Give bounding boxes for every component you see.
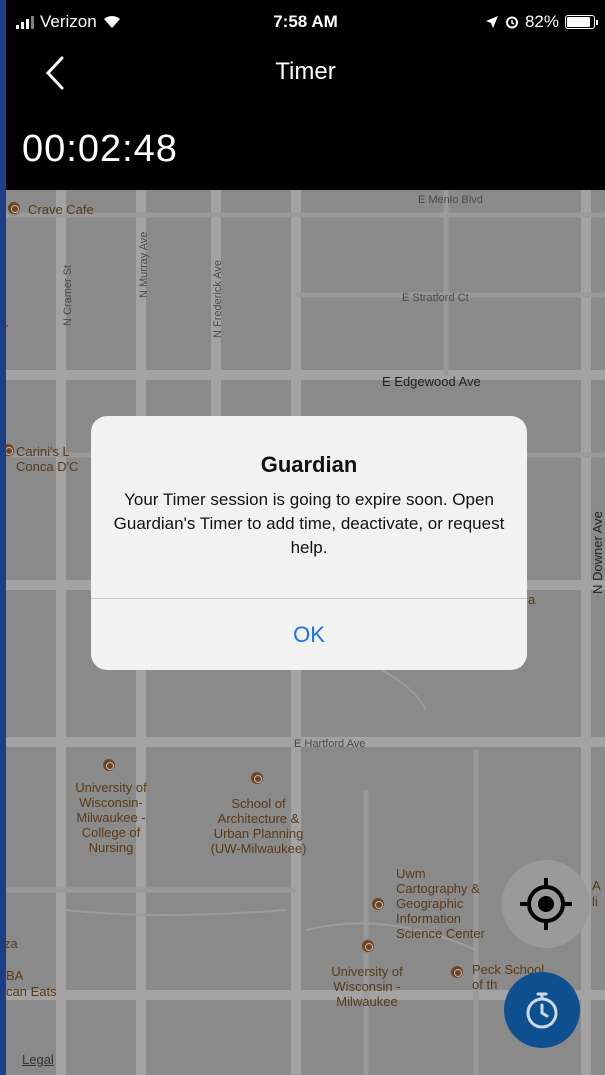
alert-title: Guardian bbox=[260, 452, 358, 477]
alarm-icon bbox=[505, 16, 518, 29]
university-icon bbox=[249, 770, 265, 786]
poi-carinis[interactable]: Carini's L Conca D'C bbox=[16, 444, 78, 474]
street-label-cramer: N Cramer St bbox=[62, 264, 74, 326]
poi-edge-r: r bbox=[6, 320, 9, 335]
poi-crave-cafe[interactable]: Crave Cafe bbox=[28, 202, 94, 217]
timer-fab-button[interactable] bbox=[504, 972, 580, 1048]
status-right: 82% bbox=[485, 12, 598, 32]
poi-college-of-nursing[interactable]: University of Wisconsin- Milwaukee - Col… bbox=[46, 780, 176, 855]
university-icon bbox=[101, 757, 117, 773]
stopwatch-icon bbox=[526, 992, 558, 1029]
restaurant-icon bbox=[6, 200, 22, 216]
university-icon bbox=[370, 896, 386, 912]
street-label-hartford: E Hartford Ave bbox=[294, 738, 366, 750]
legal-link[interactable]: Legal bbox=[22, 1052, 54, 1067]
poi-edge-li: li bbox=[592, 894, 598, 909]
poi-edge-ba: BA bbox=[6, 968, 24, 983]
timer-elapsed: 00:02:48 bbox=[22, 128, 178, 170]
street-label-menlo: E Menlo Blvd bbox=[418, 194, 483, 206]
university-icon bbox=[360, 938, 376, 954]
alert-message: Your Timer session is going to expire so… bbox=[113, 490, 505, 557]
crosshair-icon bbox=[520, 878, 572, 930]
locate-button[interactable] bbox=[502, 860, 590, 948]
university-icon bbox=[449, 964, 465, 980]
poi-edge-a2: a bbox=[528, 592, 536, 607]
nav-bar: Timer bbox=[6, 44, 605, 102]
phone-screen: Verizon 7:58 AM 82% Timer 00:02:48 E Men… bbox=[6, 0, 605, 1075]
battery-icon bbox=[565, 15, 598, 29]
street-label-downer: N Downer Ave bbox=[590, 511, 605, 594]
poi-uwm[interactable]: University of Wisconsin - Milwaukee bbox=[312, 964, 422, 1009]
street-label-edgewood: E Edgewood Ave bbox=[382, 374, 481, 389]
street-label-murray: N Murray Ave bbox=[138, 231, 150, 298]
battery-percent: 82% bbox=[524, 12, 559, 31]
alert-dialog: Guardian Your Timer session is going to … bbox=[91, 416, 527, 670]
location-arrow-icon bbox=[485, 16, 498, 28]
status-bar: Verizon 7:58 AM 82% bbox=[6, 0, 605, 44]
poi-edge-a: A bbox=[592, 878, 601, 893]
street-label-frederick: N Frederick Ave bbox=[212, 259, 224, 338]
poi-edge-za: za bbox=[6, 936, 18, 951]
poi-cartography-center[interactable]: Uwm Cartography & Geographic Information… bbox=[396, 866, 516, 941]
poi-school-of-architecture[interactable]: School of Architecture & Urban Planning … bbox=[191, 796, 326, 856]
poi-edge-can-eats: can Eats bbox=[6, 984, 57, 999]
street-label-stratford: E Stratford Ct bbox=[402, 292, 469, 304]
alert-ok-button[interactable]: OK bbox=[91, 599, 527, 670]
page-title: Timer bbox=[275, 58, 336, 85]
